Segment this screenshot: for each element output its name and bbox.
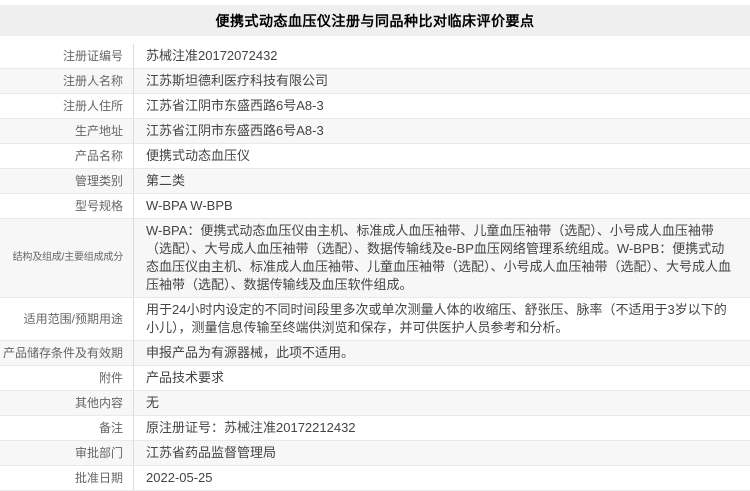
row-value: 江苏斯坦德利医疗科技有限公司: [134, 69, 750, 93]
table-row: 适用范围/预期用途用于24小时内设定的不同时间段里多次或单次测量人体的收缩压、舒…: [0, 298, 750, 341]
row-label: 生产地址: [0, 120, 133, 142]
table-row: 审批部门江苏省药品监督管理局: [0, 441, 750, 466]
row-label: 适用范围/预期用途: [0, 308, 133, 330]
table-row: 生产地址江苏省江阴市东盛西路6号A8-3: [0, 119, 750, 144]
row-value: 第二类: [134, 169, 750, 193]
row-value: W-BPA W-BPB: [134, 194, 750, 218]
row-value: 江苏省药品监督管理局: [134, 441, 750, 465]
row-label: 其他内容: [0, 392, 133, 414]
registration-info-table: 注册证编号苏械注准20172072432注册人名称江苏斯坦德利医疗科技有限公司注…: [0, 44, 750, 491]
row-value: 江苏省江阴市东盛西路6号A8-3: [134, 119, 750, 143]
row-label: 注册人住所: [0, 95, 133, 117]
table-row: 附件产品技术要求: [0, 366, 750, 391]
table-row: 产品名称便携式动态血压仪: [0, 144, 750, 169]
row-label: 产品储存条件及有效期: [0, 342, 133, 364]
row-label: 结构及组成/主要组成成分: [0, 247, 133, 269]
row-label: 注册证编号: [0, 45, 133, 67]
table-row: 注册人名称江苏斯坦德利医疗科技有限公司: [0, 69, 750, 94]
row-value: 2022-05-25: [134, 466, 750, 490]
table-row: 管理类别第二类: [0, 169, 750, 194]
row-label: 注册人名称: [0, 70, 133, 92]
row-value: 江苏省江阴市东盛西路6号A8-3: [134, 94, 750, 118]
row-label: 批准日期: [0, 467, 133, 489]
table-row: 产品储存条件及有效期申报产品为有源器械，此项不适用。: [0, 341, 750, 366]
table-row: 批准日期2022-05-25: [0, 466, 750, 491]
table-row: 注册人住所江苏省江阴市东盛西路6号A8-3: [0, 94, 750, 119]
row-value: 申报产品为有源器械，此项不适用。: [134, 341, 750, 365]
row-value: 便携式动态血压仪: [134, 144, 750, 168]
row-label: 产品名称: [0, 145, 133, 167]
title-table-gap: [0, 36, 750, 44]
table-row: 注册证编号苏械注准20172072432: [0, 44, 750, 69]
row-label: 备注: [0, 417, 133, 439]
row-value: 产品技术要求: [134, 366, 750, 390]
row-value: 原注册证号：苏械注准20172212432: [134, 416, 750, 440]
row-value: 苏械注准20172072432: [134, 44, 750, 68]
page-title-bar: 便携式动态血压仪注册与同品种比对临床评价要点: [0, 5, 750, 36]
row-label: 型号规格: [0, 195, 133, 217]
table-row: 结构及组成/主要组成成分W-BPA：便携式动态血压仪由主机、标准成人血压袖带、儿…: [0, 219, 750, 298]
row-label: 管理类别: [0, 170, 133, 192]
page-title: 便携式动态血压仪注册与同品种比对临床评价要点: [216, 11, 535, 31]
row-label: 附件: [0, 367, 133, 389]
row-value: 用于24小时内设定的不同时间段里多次或单次测量人体的收缩压、舒张压、脉率（不适用…: [134, 298, 750, 340]
table-row: 型号规格W-BPA W-BPB: [0, 194, 750, 219]
table-row: 其他内容无: [0, 391, 750, 416]
table-row: 备注原注册证号：苏械注准20172212432: [0, 416, 750, 441]
row-value: 无: [134, 391, 750, 415]
row-value: W-BPA：便携式动态血压仪由主机、标准成人血压袖带、儿童血压袖带（选配）、小号…: [134, 219, 750, 297]
